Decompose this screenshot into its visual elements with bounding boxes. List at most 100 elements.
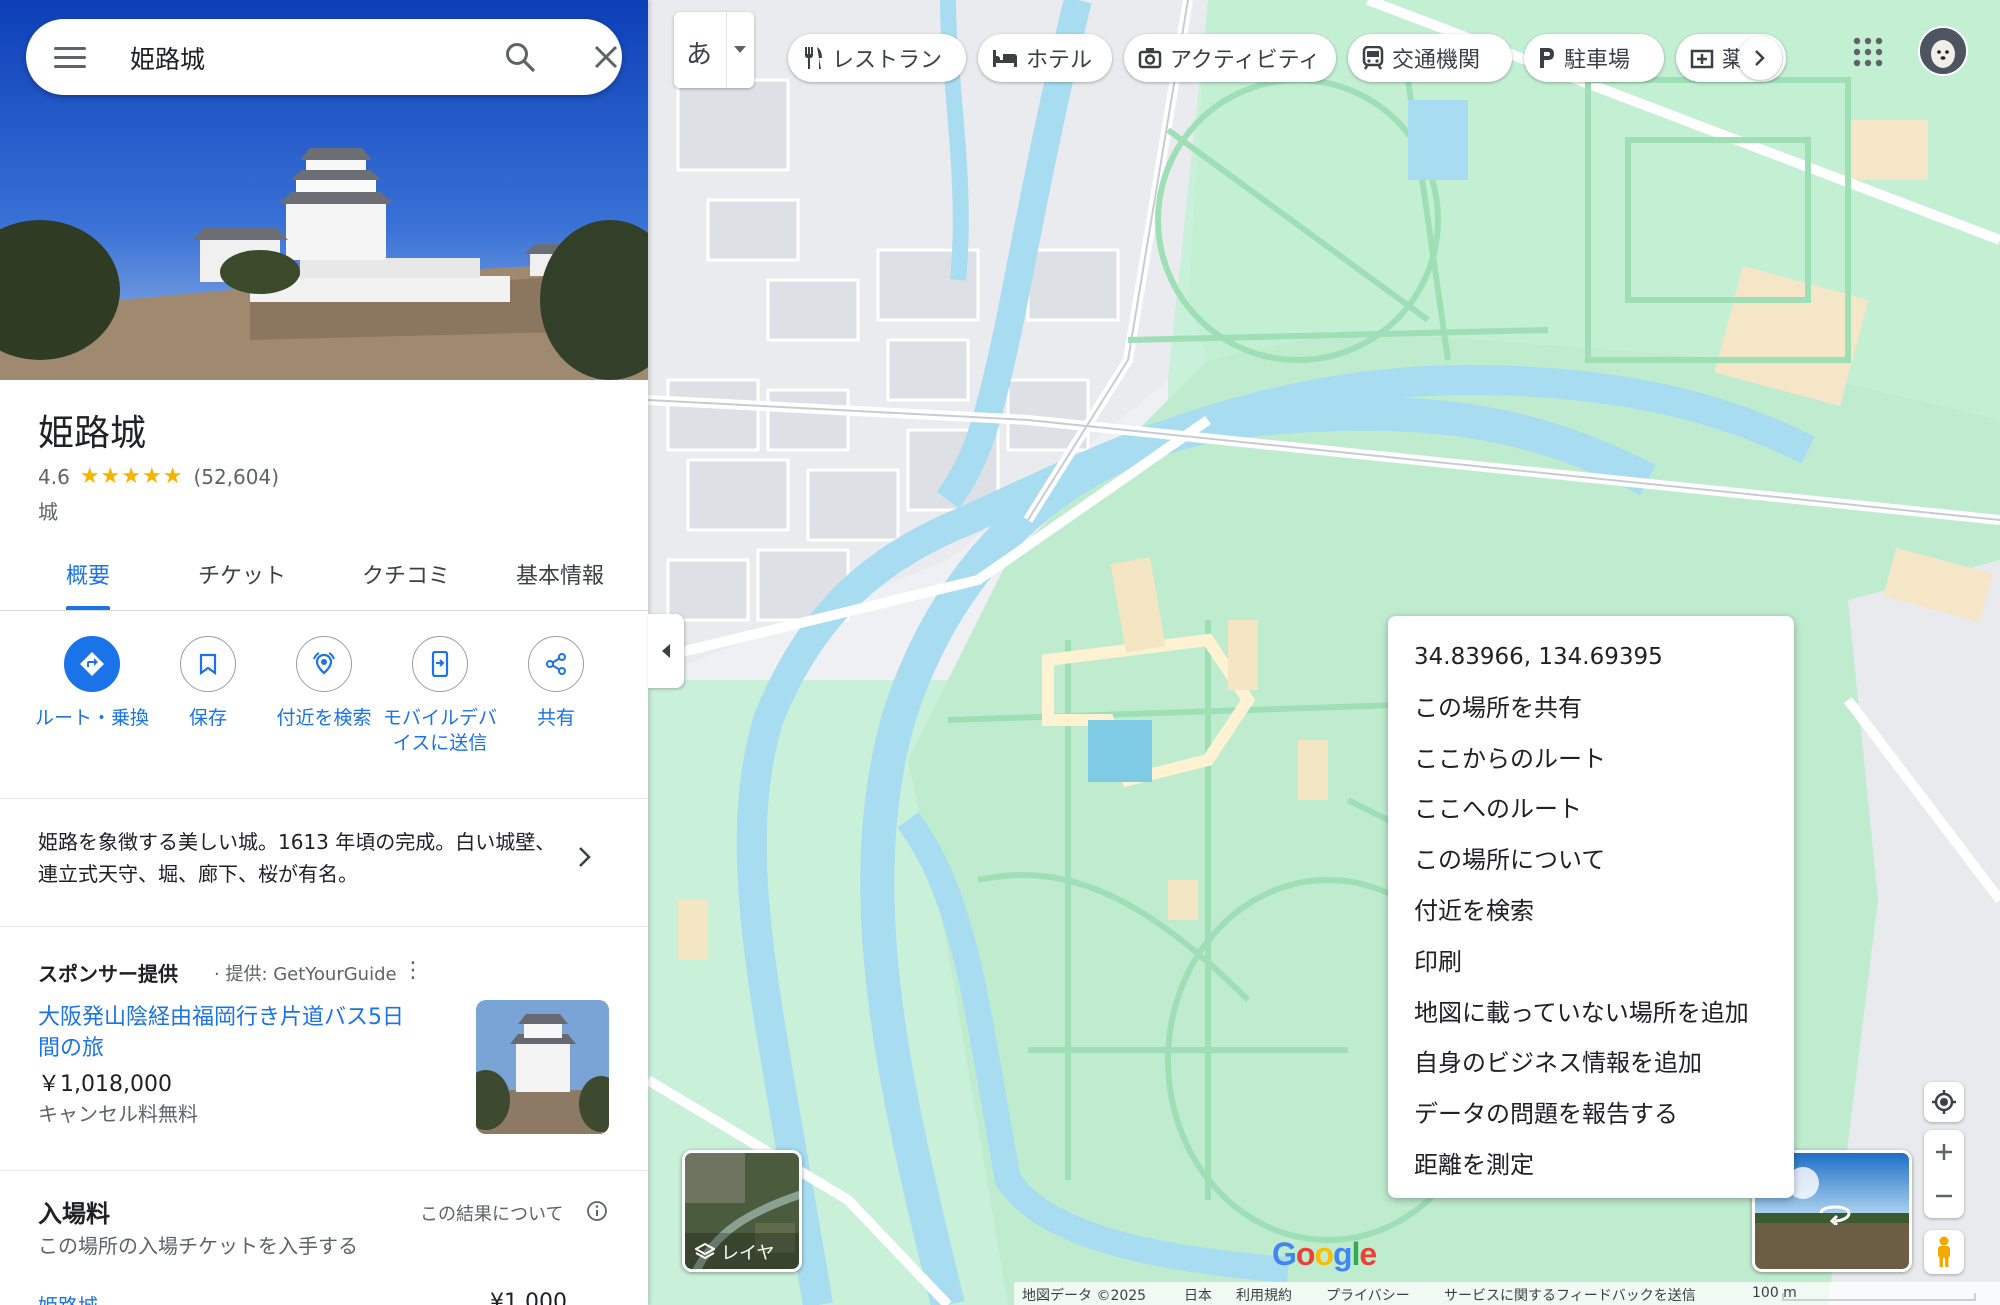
- save-button[interactable]: 保存: [148, 636, 268, 731]
- ctx-print[interactable]: 印刷: [1388, 937, 1794, 988]
- chip-hotel-label: ホテル: [1026, 48, 1093, 73]
- sponsor-heading: スポンサー提供: [38, 962, 178, 986]
- send-to-phone-label: モバイルデバイスに送信: [382, 707, 497, 754]
- nearby-icon-circle: [296, 636, 352, 692]
- sponsored-tour-price: ￥1,018,000: [38, 1072, 172, 1097]
- send-to-phone-icon-circle: [412, 636, 468, 692]
- chip-transit[interactable]: 交通機関: [1348, 34, 1512, 82]
- account-avatar[interactable]: [1918, 26, 1968, 76]
- chip-restaurant[interactable]: レストラン: [788, 34, 966, 82]
- scale-label[interactable]: 100 m: [1752, 1285, 1797, 1301]
- search-input[interactable]: [128, 37, 472, 79]
- rating-row: 4.6 ★★★★★ (52,604): [38, 464, 279, 489]
- caret-down-icon[interactable]: [734, 46, 746, 54]
- my-location-button[interactable]: [1924, 1082, 1964, 1122]
- ime-toggle[interactable]: あ: [674, 12, 754, 88]
- rotate-360-icon: [1819, 1205, 1851, 1225]
- place-description[interactable]: 姫路を象徴する美しい城。1613 年頃の完成。白い城壁、連立式天守、堀、廊下、桜…: [38, 826, 558, 890]
- map-base-layer: [648, 0, 2000, 1305]
- place-category[interactable]: 城: [38, 496, 58, 525]
- map-canvas[interactable]: [648, 0, 2000, 1305]
- about-result-link[interactable]: この結果について: [420, 1200, 563, 1226]
- chip-hotel[interactable]: ホテル: [978, 34, 1112, 82]
- ctx-directions-to[interactable]: ここへのルート: [1388, 784, 1794, 835]
- tab-about[interactable]: 基本情報: [516, 558, 604, 590]
- ctx-add-business[interactable]: 自身のビジネス情報を追加: [1388, 1038, 1794, 1089]
- tab-tickets[interactable]: チケット: [198, 558, 286, 590]
- share-icon: [546, 653, 566, 675]
- my-location-icon: [1932, 1090, 1956, 1114]
- transit-icon: [1362, 46, 1384, 70]
- ctx-coordinates[interactable]: 34.83966, 134.69395: [1388, 632, 1794, 683]
- place-panel: 姫路城 4.6 ★★★★★ (52,604) 城 概要 チケット クチコミ 基本…: [0, 0, 648, 1305]
- chevron-right-icon: [1755, 50, 1765, 66]
- share-button[interactable]: 共有: [496, 636, 616, 731]
- layers-button[interactable]: レイヤ: [682, 1150, 802, 1272]
- sponsor-more-icon[interactable]: ⋮: [402, 958, 424, 983]
- save-icon-circle: [180, 636, 236, 692]
- chevron-right-icon[interactable]: [578, 846, 592, 868]
- ime-divider: [726, 12, 727, 88]
- share-icon-circle: [528, 636, 584, 692]
- avatar-image: [1920, 28, 1966, 74]
- map-data-credit: 地図データ ©2025: [1022, 1288, 1147, 1304]
- privacy-link[interactable]: プライバシー: [1326, 1285, 1410, 1305]
- zoom-out-button[interactable]: [1924, 1174, 1964, 1218]
- parking-icon: [1540, 48, 1554, 68]
- active-tab-indicator: [66, 606, 110, 610]
- feedback-link[interactable]: サービスに関するフィードバックを送信: [1444, 1285, 1696, 1305]
- send-to-phone-button[interactable]: モバイルデバイスに送信: [380, 636, 500, 756]
- tab-overview[interactable]: 概要: [66, 558, 110, 590]
- directions-button[interactable]: ルート・乗換: [32, 636, 152, 731]
- street-view-pegman[interactable]: [1924, 1230, 1964, 1274]
- directions-icon: [80, 652, 104, 676]
- nearby-button[interactable]: 付近を検索: [264, 636, 384, 731]
- sponsored-tour-link[interactable]: 大阪発山陰経由福岡行き片道バス5日間の旅: [38, 1002, 418, 1064]
- nearby-icon: [313, 652, 335, 675]
- chip-transit-label: 交通機関: [1392, 48, 1481, 73]
- tab-reviews[interactable]: クチコミ: [362, 558, 450, 590]
- sponsored-tour-image[interactable]: [476, 1000, 609, 1134]
- chip-activities[interactable]: アクティビティ: [1124, 34, 1336, 82]
- terms-link[interactable]: 利用規約: [1236, 1285, 1292, 1305]
- review-count[interactable]: (52,604): [193, 465, 279, 489]
- map-context-menu: 34.83966, 134.69395 この場所を共有 ここからのルート ここへ…: [1388, 616, 1794, 1198]
- directions-icon-circle: [64, 636, 120, 692]
- ctx-search-nearby[interactable]: 付近を検索: [1388, 886, 1794, 937]
- admission-subtitle: この場所の入場チケットを入手する: [38, 1234, 358, 1258]
- ctx-add-missing-place[interactable]: 地図に載っていない場所を追加: [1388, 988, 1794, 1039]
- place-title: 姫路城: [38, 413, 147, 454]
- nearby-label: 付近を検索: [276, 707, 372, 729]
- sponsor-provider: · 提供: GetYourGuide: [214, 964, 397, 985]
- chip-activities-label: アクティビティ: [1170, 48, 1321, 73]
- info-icon[interactable]: [586, 1200, 608, 1222]
- ctx-whats-here[interactable]: この場所について: [1388, 835, 1794, 886]
- ctx-measure-distance[interactable]: 距離を測定: [1388, 1140, 1794, 1191]
- ime-label: あ: [686, 40, 713, 70]
- close-icon[interactable]: [588, 39, 624, 75]
- directions-label: ルート・乗換: [34, 707, 149, 729]
- send-to-phone-icon: [431, 651, 449, 677]
- caret-left-icon: [662, 644, 670, 658]
- zoom-in-button[interactable]: [1924, 1130, 1964, 1174]
- region-link[interactable]: 日本: [1184, 1285, 1212, 1305]
- ctx-share-place[interactable]: この場所を共有: [1388, 683, 1794, 734]
- chips-next-button[interactable]: [1738, 36, 1782, 80]
- hotel-icon: [993, 50, 1017, 67]
- collapse-panel-button[interactable]: [648, 614, 684, 688]
- menu-icon[interactable]: [54, 43, 86, 71]
- action-buttons: ルート・乗換 保存 付近を検索 モバイルデバイスに送信 共有: [0, 636, 648, 786]
- place-tabs: 概要 チケット クチコミ 基本情報: [0, 540, 648, 611]
- admission-row-label[interactable]: 姫路城: [38, 1290, 98, 1305]
- ctx-directions-from[interactable]: ここからのルート: [1388, 734, 1794, 785]
- plus-icon: [1936, 1144, 1952, 1160]
- layers-label-row: レイヤ: [695, 1239, 774, 1265]
- rating-stars: ★★★★★: [79, 464, 184, 489]
- chip-restaurant-label: レストラン: [832, 48, 943, 73]
- search-icon[interactable]: [502, 39, 538, 75]
- bookmark-icon: [199, 653, 217, 675]
- apps-grid-icon[interactable]: [1852, 36, 1884, 68]
- ctx-report-data-problem[interactable]: データの問題を報告する: [1388, 1089, 1794, 1140]
- camera-icon: [1138, 48, 1162, 69]
- chip-parking[interactable]: 駐車場: [1524, 34, 1664, 82]
